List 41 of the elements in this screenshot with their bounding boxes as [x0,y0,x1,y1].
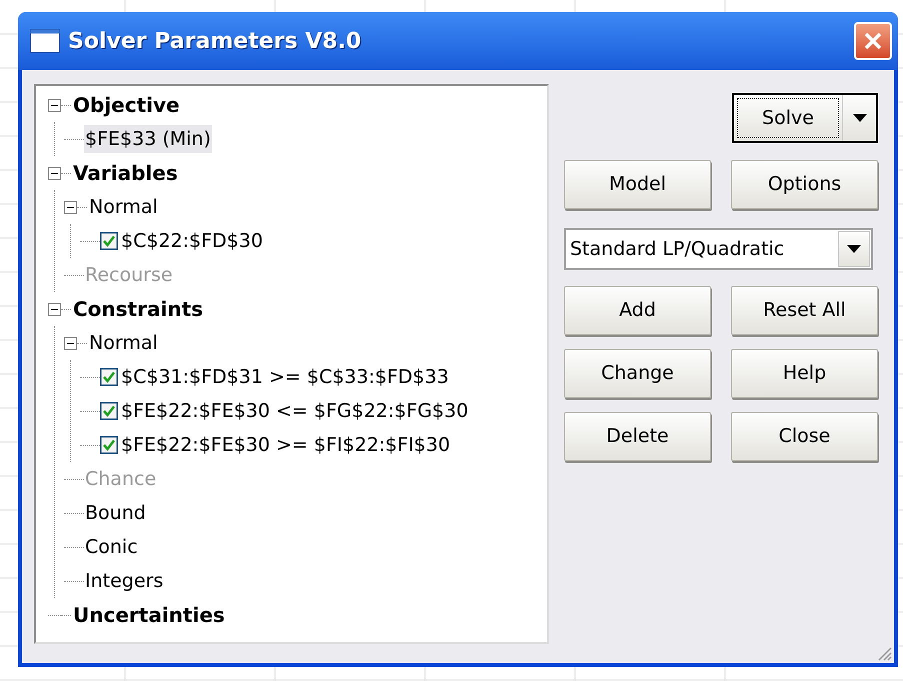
dropdown-arrow-icon[interactable] [852,114,866,122]
tree-item[interactable]: Normal [89,328,158,358]
tree-item[interactable]: $FE$22:$FE$30 >= $FI$22:$FI$30 [121,430,450,460]
tree-heading[interactable]: Objective [73,90,180,120]
dialog-button[interactable]: Model [564,160,711,209]
collapse-icon[interactable] [48,98,61,112]
tree-item[interactable]: $FE$33 (Min) [84,124,212,154]
solve-button[interactable]: Solve [737,98,839,138]
collapse-icon[interactable] [48,166,61,180]
tree-heading[interactable]: Constraints [73,294,204,324]
dialog-button[interactable]: Add [564,286,711,335]
checkbox[interactable] [100,402,118,420]
tree-item[interactable]: Normal [89,192,158,222]
window-title: Solver Parameters V8.0 [68,28,362,56]
resize-grip-icon[interactable] [876,645,892,661]
tree-item[interactable]: Conic [84,532,139,562]
checkbox[interactable] [100,232,118,250]
tree-item[interactable]: Bound [84,498,147,528]
collapse-icon[interactable] [64,200,77,214]
checkbox[interactable] [100,368,118,386]
dialog-button[interactable]: Options [731,160,878,209]
dialog-button[interactable]: Reset All [731,286,878,335]
tree-heading[interactable]: Uncertainties [73,600,225,630]
tree-item[interactable]: Integers [84,566,164,596]
dialog-button[interactable]: Change [564,349,711,398]
window-icon [30,29,60,53]
engine-select[interactable]: Standard LP/Quadratic [564,228,873,270]
tree-item[interactable]: $FE$22:$FE$30 <= $FG$22:$FG$30 [121,396,468,426]
dialog-button[interactable]: Help [731,349,878,398]
dropdown-arrow-icon[interactable] [847,245,861,253]
collapse-icon[interactable] [48,302,61,316]
collapse-icon[interactable] [64,336,77,350]
dialog-button[interactable]: Delete [564,412,711,461]
tree-item[interactable]: $C$22:$FD$30 [121,226,263,256]
tree-heading[interactable]: Variables [73,158,178,188]
close-button[interactable] [854,22,892,60]
close-icon [863,31,883,51]
tree-item[interactable]: $C$31:$FD$31 >= $C$33:$FD$33 [121,362,449,392]
solve-split-button[interactable]: Solve [732,93,878,143]
checkbox[interactable] [100,436,118,454]
dialog-button[interactable]: Close [731,412,878,461]
